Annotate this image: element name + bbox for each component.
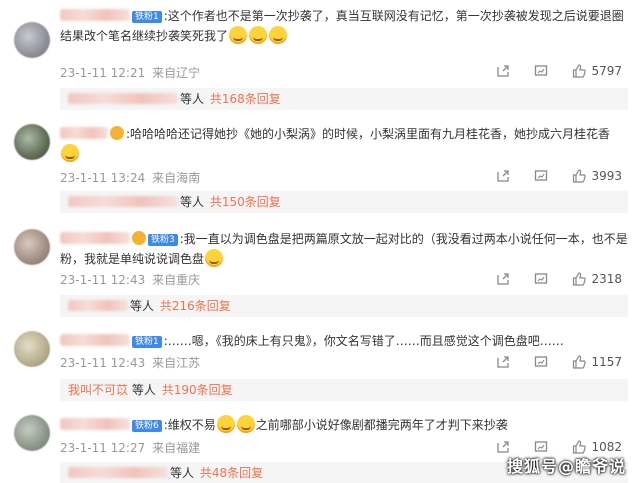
comment-icon[interactable] xyxy=(534,169,548,183)
share-icon[interactable] xyxy=(496,355,510,369)
username[interactable] xyxy=(60,9,130,21)
comment-body: 铁粉3:我一直以为调色盘是把两篇原文放一起对比的（我没看过两本小说任何一本，也不… xyxy=(60,229,628,269)
comment-time: 23-1-11 12:43 xyxy=(60,356,146,370)
reply-summary[interactable]: 等人 共150条回复 xyxy=(60,191,628,213)
reply-suffix: 等人 xyxy=(180,195,205,209)
comment-body: 铁粉1:这个作者也不是第一次抄袭了，真当互联网没有记忆，第一次抄袭被发现之后说要… xyxy=(60,6,628,46)
comment-body: 铁粉6:维权不易 之前哪部小说好像剧都播完两年了才判下来抄袭 xyxy=(60,415,628,435)
worried-emoji-icon xyxy=(236,415,255,433)
comment-time: 23-1-11 12:21 xyxy=(60,66,146,80)
thumbs-up-icon[interactable] xyxy=(572,169,587,183)
username[interactable] xyxy=(60,127,108,139)
smile-emoji-icon xyxy=(269,26,288,44)
reply-summary[interactable]: 等人 共168条回复 xyxy=(60,88,628,110)
share-icon[interactable] xyxy=(496,169,510,183)
avatar[interactable] xyxy=(14,22,50,58)
like-count: 1082 xyxy=(591,440,622,454)
comment-time: 23-1-11 12:43 xyxy=(60,273,146,287)
thumbs-up-icon[interactable] xyxy=(572,355,587,369)
comment-actions: 3993 xyxy=(472,169,622,183)
comment-icon[interactable] xyxy=(534,272,548,286)
comment-icon[interactable] xyxy=(534,440,548,454)
smile-emoji-icon xyxy=(229,26,248,44)
comment-meta: 23-1-11 12:27 来自福建 xyxy=(60,440,203,456)
like-count: 1157 xyxy=(591,355,622,369)
smile-emoji-icon xyxy=(249,26,268,44)
reply-suffix: 等人 xyxy=(180,92,205,106)
share-icon[interactable] xyxy=(496,272,510,286)
vip-icon xyxy=(110,126,124,140)
fan-badge: 铁粉1 xyxy=(132,11,162,23)
reply-summary[interactable]: 等人 共216条回复 xyxy=(60,295,628,317)
comment-location: 来自海南 xyxy=(152,171,201,185)
laugh-emoji-icon xyxy=(61,144,79,162)
fan-badge: 铁粉3 xyxy=(148,234,178,246)
reply-summary[interactable]: 我叫不可苡 等人 共190条回复 xyxy=(60,379,628,401)
reply-suffix: 等人 xyxy=(170,466,195,480)
avatar[interactable] xyxy=(14,124,50,160)
comment-time: 23-1-11 13:24 xyxy=(60,171,146,185)
comment-time: 23-1-11 12:27 xyxy=(60,441,146,455)
comment-location: 来自福建 xyxy=(152,441,201,455)
avatar[interactable] xyxy=(14,229,50,265)
avatar[interactable] xyxy=(14,415,50,451)
comment-icon[interactable] xyxy=(534,64,548,78)
reply-count-link[interactable]: 共168条回复 xyxy=(210,92,281,106)
comment-actions: 5797 xyxy=(472,64,622,78)
reply-count-link[interactable]: 共48条回复 xyxy=(200,466,263,480)
comment-location: 来自江苏 xyxy=(152,356,201,370)
vip-icon xyxy=(132,231,146,245)
comment-actions: 1157 xyxy=(472,355,622,369)
like-count: 3993 xyxy=(591,169,622,183)
reply-suffix: 等人 xyxy=(130,299,155,313)
username[interactable] xyxy=(60,418,130,430)
thumbs-up-icon[interactable] xyxy=(572,440,587,454)
share-icon[interactable] xyxy=(496,64,510,78)
comment-meta: 23-1-11 12:21 来自辽宁 xyxy=(60,65,203,81)
comment-body: 铁粉1:……嗯，《我的床上有只鬼》，你文名写错了……而且感觉这个调色盘吧…… xyxy=(60,331,628,351)
comment-text-cont: 之前哪部小说好像剧都播完两年了才判下来抄袭 xyxy=(255,418,508,432)
comment-meta: 23-1-11 13:24 来自海南 xyxy=(60,170,203,186)
avatar[interactable] xyxy=(14,331,50,367)
comment-location: 来自重庆 xyxy=(152,273,201,287)
comment-meta: 23-1-11 12:43 来自重庆 xyxy=(60,272,203,288)
comment-text: :哈哈哈哈还记得她抄《她的小梨涡》的时候，小梨涡里面有九月桂花香，她抄成六月桂花… xyxy=(126,127,611,141)
share-icon[interactable] xyxy=(496,440,510,454)
comment-meta: 23-1-11 12:43 来自江苏 xyxy=(60,355,203,371)
fan-badge: 铁粉1 xyxy=(132,336,162,348)
reply-usernames xyxy=(68,467,168,478)
reply-usernames xyxy=(68,93,178,104)
comment-text: :维权不易 xyxy=(163,418,216,432)
reply-usernames xyxy=(68,300,128,311)
comment-actions: 2318 xyxy=(472,272,622,286)
comment-body: :哈哈哈哈还记得她抄《她的小梨涡》的时候，小梨涡里面有九月桂花香，她抄成六月桂花… xyxy=(60,124,628,164)
username[interactable] xyxy=(60,334,130,346)
reply-username[interactable]: 我叫不可苡 xyxy=(68,383,128,397)
worried-emoji-icon xyxy=(216,415,235,433)
comment-text: :……嗯，《我的床上有只鬼》，你文名写错了……而且感觉这个调色盘吧…… xyxy=(163,334,564,348)
comment-icon[interactable] xyxy=(534,355,548,369)
reply-count-link[interactable]: 共216条回复 xyxy=(160,299,231,313)
comment-location: 来自辽宁 xyxy=(152,66,201,80)
fan-badge: 铁粉6 xyxy=(132,420,162,432)
username[interactable] xyxy=(60,232,130,244)
comment-actions: 1082 xyxy=(472,440,622,454)
reply-usernames xyxy=(68,196,178,207)
reply-count-link[interactable]: 共150条回复 xyxy=(210,195,281,209)
watermark: 搜狐号@瞻爷说 xyxy=(506,457,626,476)
thumbs-up-icon[interactable] xyxy=(572,64,587,78)
like-count: 5797 xyxy=(591,64,622,78)
wink-emoji-icon xyxy=(205,249,224,267)
reply-count-link[interactable]: 共190条回复 xyxy=(162,383,233,397)
thumbs-up-icon[interactable] xyxy=(572,272,587,286)
like-count: 2318 xyxy=(591,272,622,286)
reply-suffix: 等人 xyxy=(131,383,156,397)
